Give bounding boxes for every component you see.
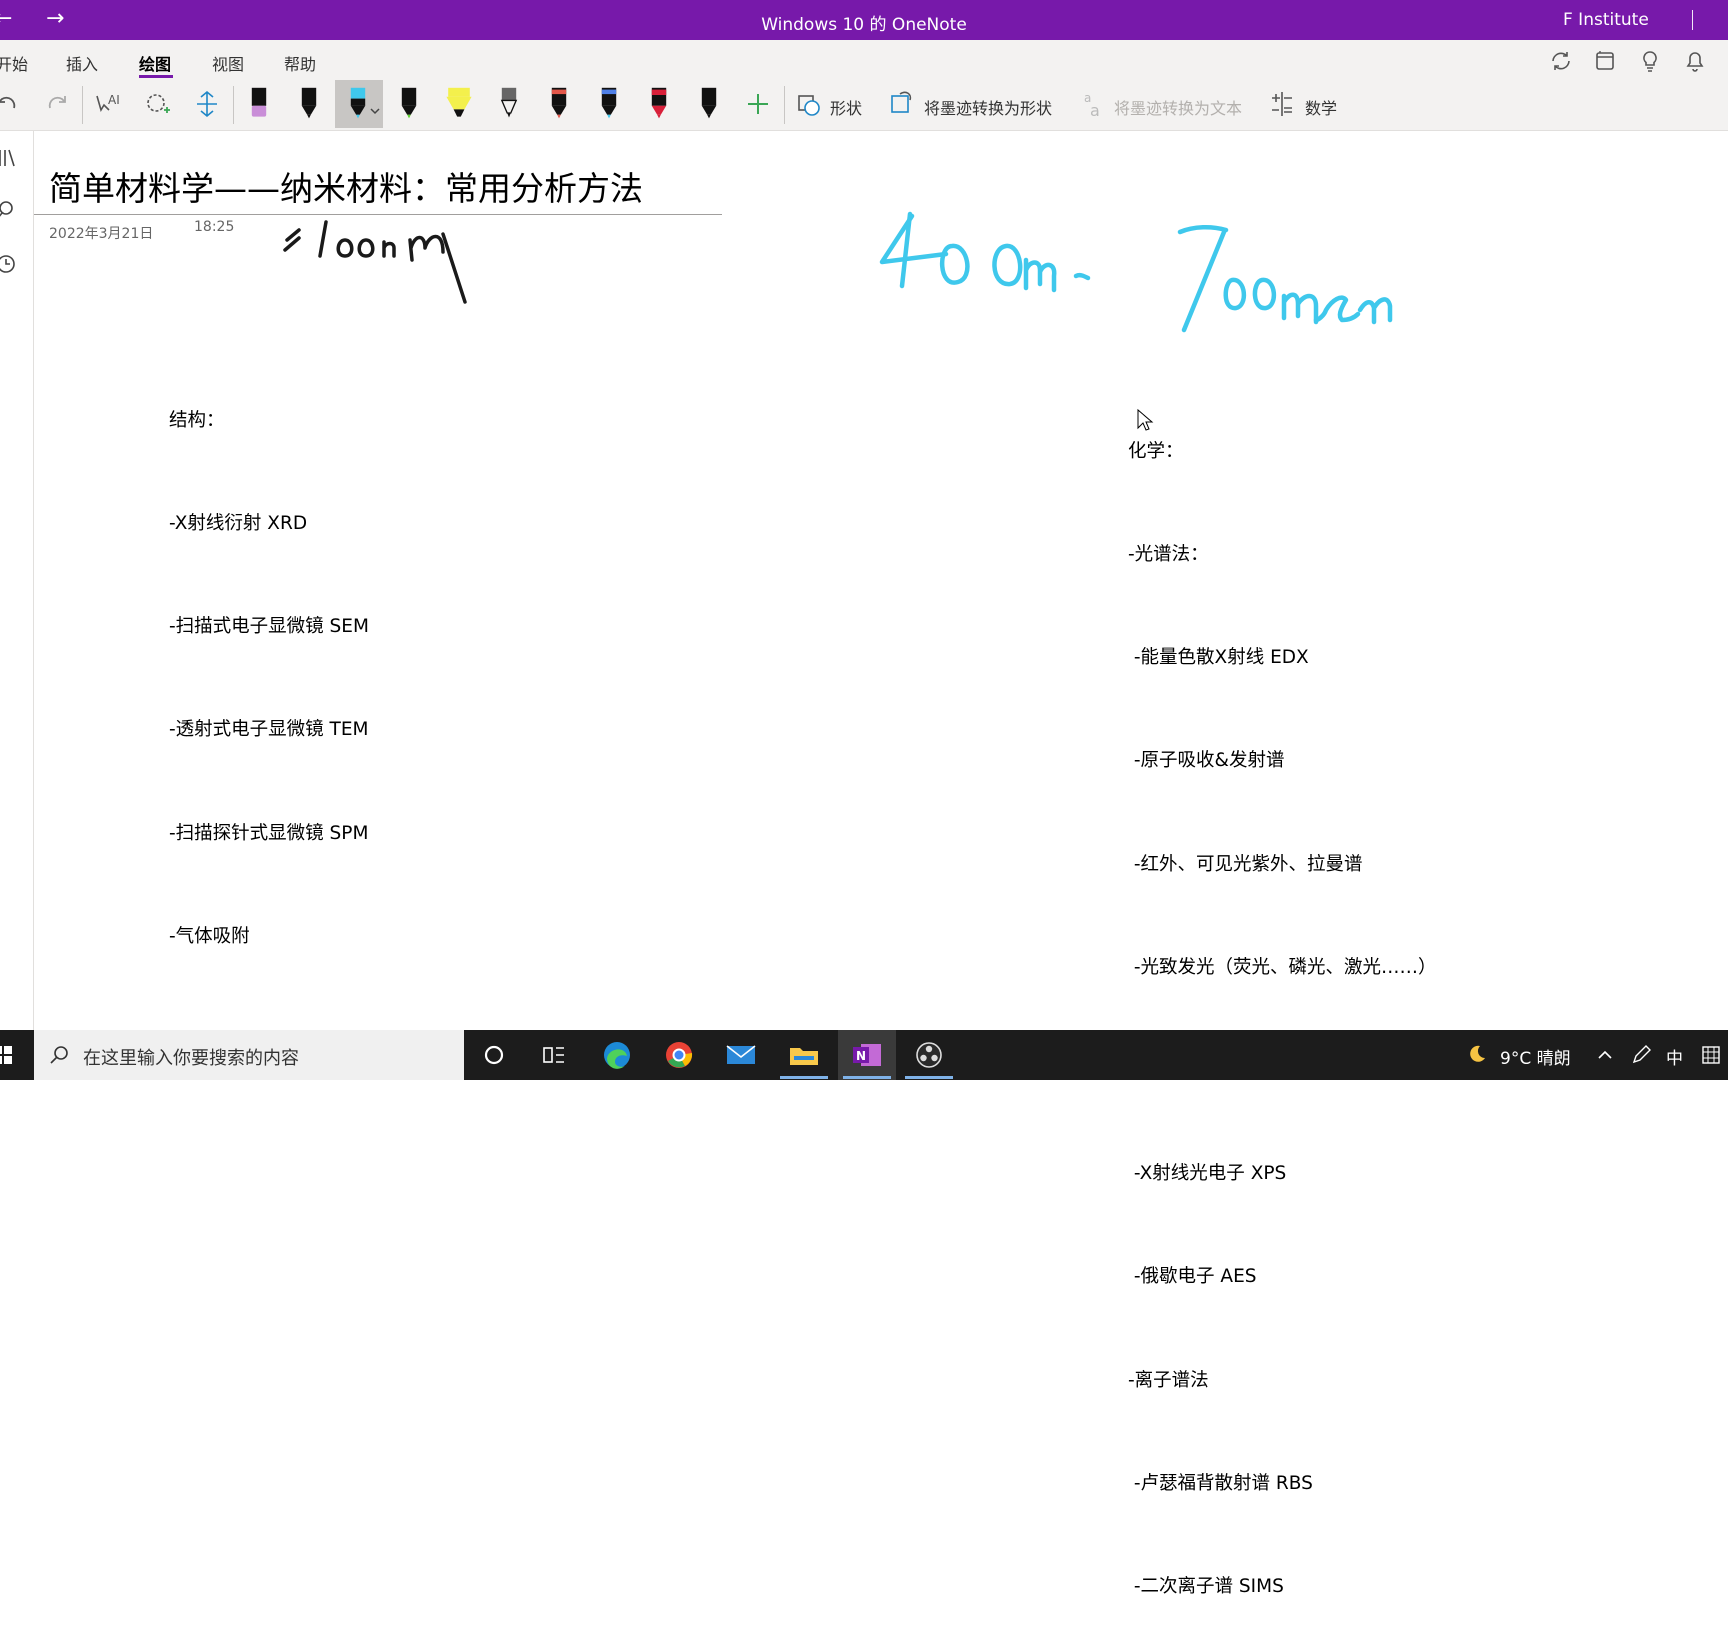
weather-moon-icon[interactable] — [1466, 1043, 1488, 1065]
cortana-icon[interactable] — [470, 1038, 518, 1072]
running-indicator — [843, 1076, 891, 1079]
running-indicator — [905, 1076, 953, 1079]
running-indicator — [780, 1076, 828, 1079]
chrome-browser-icon[interactable] — [655, 1038, 703, 1072]
blue-handwriting-ink — [879, 211, 1393, 333]
search-placeholder: 在这里输入你要搜索的内容 — [83, 1048, 299, 1069]
ime-indicator[interactable]: 中 — [1666, 1044, 1683, 1069]
file-explorer-icon[interactable] — [780, 1038, 828, 1072]
note-line: -离子谱法 — [1128, 1369, 1209, 1391]
note-line: -二次离子谱 SIMS — [1128, 1576, 1284, 1598]
mail-icon[interactable] — [717, 1038, 765, 1072]
onenote-icon[interactable]: N — [843, 1038, 891, 1072]
chevron-up-icon[interactable] — [1596, 1046, 1614, 1064]
pen-workspace-icon[interactable] — [1630, 1044, 1652, 1066]
ime-mode-icon[interactable] — [1700, 1044, 1722, 1066]
edge-browser-icon[interactable] — [593, 1038, 641, 1072]
taskbar-search-box[interactable]: 在这里输入你要搜索的内容 — [34, 1030, 464, 1080]
search-icon — [50, 1046, 68, 1064]
ink-layer[interactable] — [0, 0, 1728, 1030]
task-view-icon[interactable] — [530, 1038, 578, 1072]
note-line: -卢瑟福背散射谱 RBS — [1128, 1472, 1313, 1494]
svg-text:N: N — [856, 1049, 866, 1063]
windows-start-icon[interactable] — [0, 1038, 18, 1072]
note-line: -俄歇电子 AES — [1128, 1266, 1257, 1288]
taskbar: 在这里输入你要搜索的内容 N 9°C 晴朗 中 — [0, 1030, 1728, 1080]
mouse-cursor-icon — [1137, 408, 1154, 431]
note-line: -X射线光电子 XPS — [1128, 1163, 1287, 1185]
obs-recorder-icon[interactable] — [905, 1038, 953, 1072]
weather-text[interactable]: 9°C 晴朗 — [1500, 1044, 1571, 1069]
black-handwriting-ink — [283, 220, 467, 304]
